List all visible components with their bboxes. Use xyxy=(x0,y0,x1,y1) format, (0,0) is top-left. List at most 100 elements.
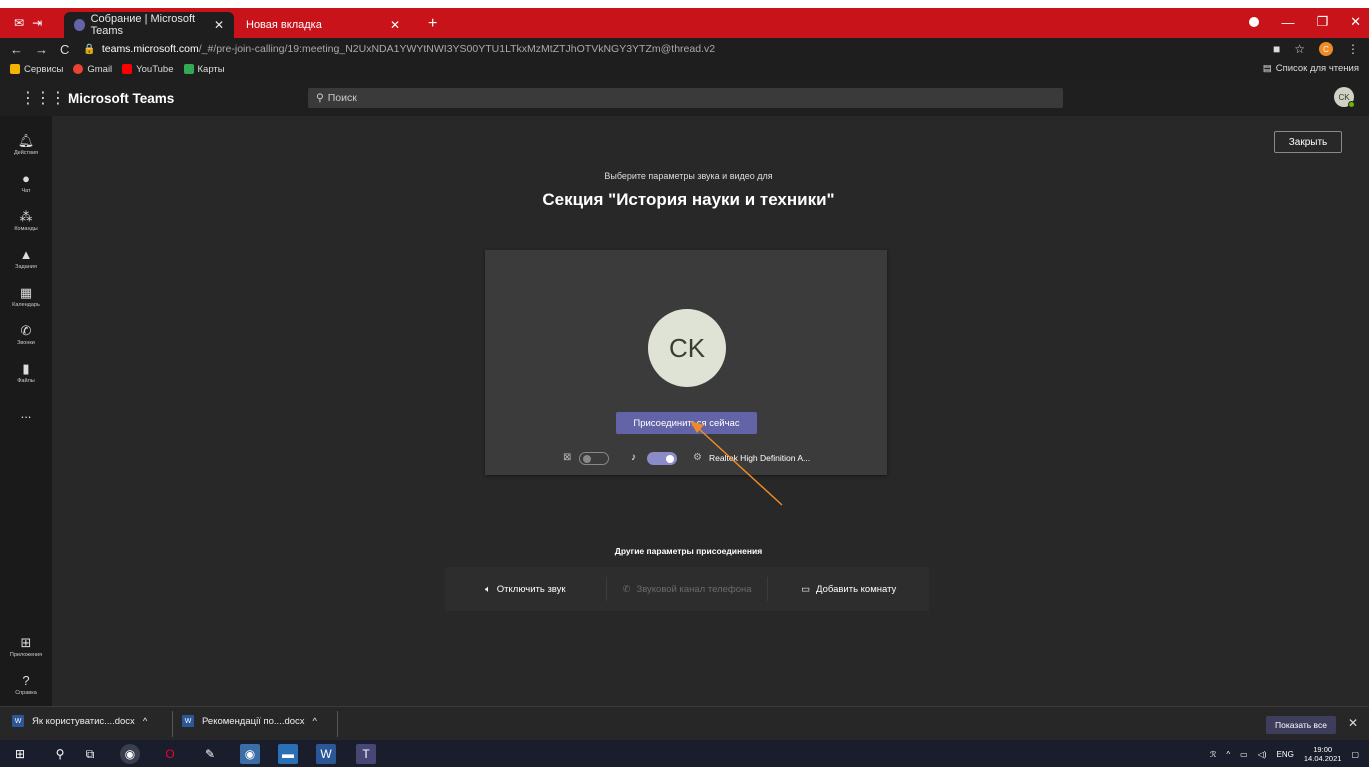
microphone-toggle[interactable] xyxy=(647,452,677,465)
presence-icon xyxy=(1348,101,1355,108)
rail-item-files[interactable]: ▮ Файлы xyxy=(0,354,52,392)
search-icon: ⚲ xyxy=(316,92,324,104)
minimize-button[interactable]: — xyxy=(1281,15,1294,30)
camera-icon[interactable]: ■ xyxy=(1273,42,1280,56)
clock[interactable]: 19:00 14.04.2021 xyxy=(1304,745,1342,763)
rail-item-assignments[interactable]: ▲ Задания xyxy=(0,240,52,278)
people-icon[interactable]: ℛ xyxy=(1210,750,1216,759)
other-options-title: Другие параметры присоединения xyxy=(614,546,763,556)
tab-title: Новая вкладка xyxy=(246,19,322,31)
explorer-icon[interactable]: ▬ xyxy=(278,744,298,764)
restore-button[interactable]: ❐ xyxy=(1316,14,1328,30)
new-tab-button[interactable]: + xyxy=(428,16,437,32)
chat-icon: ● xyxy=(22,171,30,186)
volume-icon[interactable]: ◁) xyxy=(1258,750,1267,759)
task-view-icon[interactable]: ⧉ xyxy=(80,744,100,764)
show-all-downloads-button[interactable]: Показать все xyxy=(1266,716,1336,734)
paint-icon[interactable]: ✎ xyxy=(200,744,220,764)
rail-item-chat[interactable]: ● Чат xyxy=(0,164,52,202)
rail-more-button[interactable]: ... xyxy=(0,396,52,434)
rail-item-calls[interactable]: ✆ Звонки xyxy=(0,316,52,354)
pinned-tab-icon[interactable]: ⇥ xyxy=(32,16,42,30)
rail-item-calendar[interactable]: ▦ Календарь xyxy=(0,278,52,316)
menu-icon[interactable]: ⋮ xyxy=(1347,42,1359,56)
prejoin-panel: Закрыть Выберите параметры звука и видео… xyxy=(52,116,1369,706)
back-icon[interactable]: ← xyxy=(10,42,23,57)
camera-toggle[interactable] xyxy=(579,452,609,465)
forward-icon[interactable]: → xyxy=(35,42,48,57)
browser-tab-strip: ✉ ⇥ Собрание | Microsoft Teams ✕ Новая в… xyxy=(0,8,1369,38)
chevron-up-icon[interactable]: ^ xyxy=(143,716,147,727)
rail-item-apps[interactable]: ⊞ Приложения xyxy=(0,628,52,666)
notification-icon[interactable]: ▢ xyxy=(1351,750,1359,759)
chevron-up-icon[interactable]: ^ xyxy=(1226,750,1230,759)
more-icon: ... xyxy=(20,406,32,421)
chevron-up-icon[interactable]: ^ xyxy=(313,716,317,727)
mute-audio-button[interactable]: 🔈︎ Отключить звук xyxy=(445,577,607,601)
close-icon[interactable]: ✕ xyxy=(1348,716,1358,730)
search-input[interactable]: ⚲ Поиск xyxy=(308,88,1063,108)
word-icon[interactable]: W xyxy=(316,744,336,764)
address-bar: ← → C 🔒 teams.microsoft.com /_#/pre-join… xyxy=(0,38,1369,60)
audio-device-label[interactable]: Realtek High Definition A... xyxy=(709,453,810,463)
user-avatar[interactable]: CK xyxy=(1334,87,1355,108)
word-doc-icon: W xyxy=(182,715,194,727)
network-icon[interactable]: ▭ xyxy=(1240,750,1248,759)
profile-avatar[interactable]: C xyxy=(1319,42,1333,56)
rail-item-activity[interactable]: 🔔︎ Действия xyxy=(0,126,52,164)
reading-list-button[interactable]: ▤ Список для чтения xyxy=(1263,63,1359,74)
bookmark-services[interactable]: Сервисы xyxy=(10,64,63,75)
word-doc-icon: W xyxy=(12,715,24,727)
url-field[interactable]: 🔒 teams.microsoft.com /_#/pre-join-calli… xyxy=(83,43,715,55)
url-path: /_#/pre-join-calling/19:meeting_N2UxNDA1… xyxy=(198,43,716,55)
chrome-icon[interactable]: ◉ xyxy=(120,744,140,764)
apps-icon: ⊞ xyxy=(20,635,32,650)
close-icon[interactable]: ✕ xyxy=(214,18,224,32)
speaker-mute-icon: 🔈︎ xyxy=(485,583,491,595)
assignments-icon: ▲ xyxy=(19,247,33,262)
bookmark-gmail[interactable]: Gmail xyxy=(73,64,112,75)
url-host: teams.microsoft.com xyxy=(101,43,199,55)
tab-new-tab[interactable]: Новая вкладка ✕ xyxy=(236,12,410,38)
teams-taskbar-icon[interactable]: T xyxy=(356,744,376,764)
other-join-options: 🔈︎ Отключить звук ✆ Звуковой канал телеф… xyxy=(445,567,929,611)
bookmark-maps[interactable]: Карты xyxy=(183,64,225,75)
teams-icon xyxy=(74,19,85,31)
close-icon[interactable]: ✕ xyxy=(390,18,400,32)
maps-icon xyxy=(183,64,194,74)
screen: ✉ ⇥ Собрание | Microsoft Teams ✕ Новая в… xyxy=(0,0,1369,767)
search-icon[interactable]: ⚲ xyxy=(50,744,70,764)
join-now-button[interactable]: Присоединиться сейчас xyxy=(616,412,757,434)
rail-item-help[interactable]: ? Справка xyxy=(0,666,52,704)
add-room-button[interactable]: ▭ Добавить комнату xyxy=(768,577,929,601)
opera-icon[interactable]: O xyxy=(160,744,180,764)
download-item[interactable]: W Як користуватис....docx ^ xyxy=(12,715,147,727)
downloads-bar: W Як користуватис....docx ^ W Рекомендац… xyxy=(0,706,1369,740)
avatar: CK xyxy=(648,309,726,387)
chrome-window-icon[interactable]: ◉ xyxy=(240,744,260,764)
app-launcher-icon[interactable]: ⋮⋮⋮ xyxy=(20,88,66,108)
gmail-icon[interactable]: ✉ xyxy=(14,16,24,30)
close-button[interactable]: Закрыть xyxy=(1274,131,1342,153)
reload-icon[interactable]: C xyxy=(60,42,69,57)
star-icon[interactable]: ☆ xyxy=(1294,42,1305,56)
youtube-icon xyxy=(122,64,133,74)
close-window-button[interactable]: ✕ xyxy=(1350,14,1361,30)
bookmark-youtube[interactable]: YouTube xyxy=(122,64,174,75)
file-icon: ▮ xyxy=(22,361,30,376)
download-item[interactable]: W Рекомендації по....docx ^ xyxy=(182,715,317,727)
rail-item-teams[interactable]: ⁂ Команды xyxy=(0,202,52,240)
gear-icon[interactable]: ⚙ xyxy=(693,452,702,463)
tab-teams-meeting[interactable]: Собрание | Microsoft Teams ✕ xyxy=(64,12,234,38)
language-indicator[interactable]: ENG xyxy=(1277,750,1294,759)
windows-start-icon[interactable]: ⊞ xyxy=(10,744,30,764)
apps-grid-icon xyxy=(10,64,20,74)
google-icon xyxy=(73,64,84,74)
search-placeholder: Поиск xyxy=(327,92,357,104)
phone-audio-button[interactable]: ✆ Звуковой канал телефона xyxy=(607,577,769,601)
device-controls: ⊠ ♪ ⚙ Realtek High Definition A... xyxy=(485,449,887,469)
record-icon[interactable] xyxy=(1249,17,1260,27)
help-icon: ? xyxy=(22,673,30,688)
video-preview: CK Присоединиться сейчас ⊠ ♪ ⚙ Realtek H… xyxy=(485,250,887,475)
calendar-icon: ▦ xyxy=(19,285,33,300)
